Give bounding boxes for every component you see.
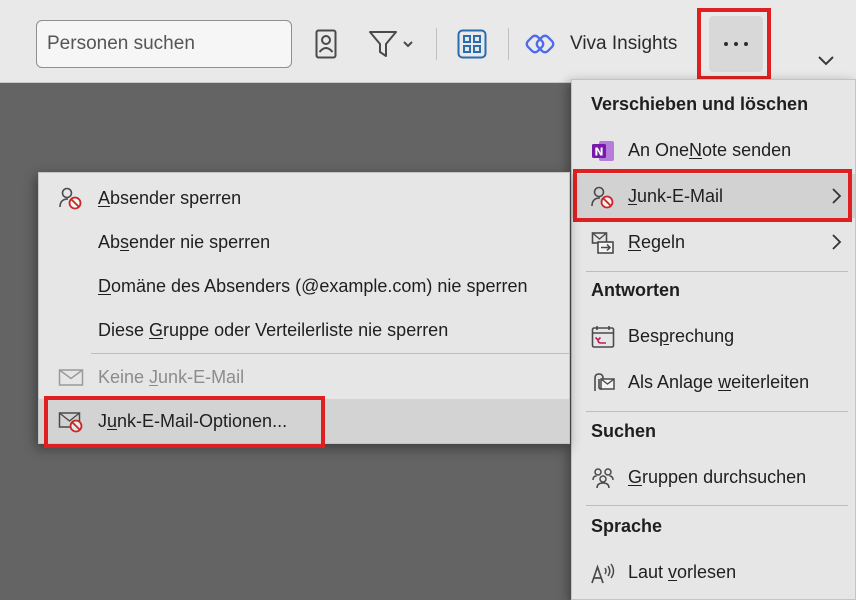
menu-item-label: Laut vorlesen xyxy=(628,561,737,582)
svg-text:N: N xyxy=(594,146,603,159)
filter-button[interactable] xyxy=(366,26,416,62)
contact-card-icon xyxy=(315,29,337,59)
toolbar-divider xyxy=(436,28,437,60)
menu-item-search-groups[interactable]: Gruppen durchsuchen xyxy=(572,455,855,499)
menu-item-label: Als Anlage weiterleiten xyxy=(628,371,810,392)
people-search-input[interactable]: Personen suchen xyxy=(36,20,292,68)
menu-separator xyxy=(586,271,848,272)
menu-item-label: An OneNote senden xyxy=(628,139,792,160)
meeting-reply-icon xyxy=(591,326,615,348)
group-search-icon xyxy=(592,468,614,489)
expand-ribbon-icon[interactable] xyxy=(816,52,836,68)
menu-item-forward-attachment[interactable]: Als Anlage weiterleiten xyxy=(572,360,855,404)
menu-item-meeting[interactable]: Besprechung xyxy=(572,314,855,358)
chevron-down-icon xyxy=(403,41,413,48)
submenu-separator xyxy=(91,353,569,354)
section-header-move-delete: Verschieben und löschen xyxy=(591,94,809,114)
section-header-search: Suchen xyxy=(591,421,657,441)
highlight-junk-options xyxy=(44,396,325,448)
submenu-item-never-block-sender[interactable]: Absender nie sperren xyxy=(39,220,569,264)
menu-item-label: Gruppen durchsuchen xyxy=(628,466,807,487)
submenu-item-label: Diese Gruppe oder Verteilerliste nie spe… xyxy=(98,319,449,340)
apps-button[interactable] xyxy=(456,28,488,60)
menu-separator xyxy=(586,505,848,506)
viva-insights-label: Viva Insights xyxy=(570,33,678,54)
people-search-placeholder: Personen suchen xyxy=(47,33,195,54)
rules-icon xyxy=(591,232,614,254)
chevron-right-icon[interactable]: › xyxy=(0,34,8,48)
highlight-more-options xyxy=(697,8,771,80)
mail-icon xyxy=(58,369,84,386)
block-sender-icon xyxy=(59,187,82,210)
submenu-item-label: Absender nie sperren xyxy=(98,231,271,252)
highlight-junk-email xyxy=(573,169,852,222)
submenu-item-label: Absender sperren xyxy=(98,187,242,208)
viva-insights-button[interactable]: Viva Insights xyxy=(524,22,677,66)
submenu-item-never-block-domain[interactable]: Domäne des Absenders (@example.com) nie … xyxy=(39,264,569,308)
menu-item-read-aloud[interactable]: Laut vorlesen xyxy=(572,550,855,594)
menu-item-rules[interactable]: Regeln xyxy=(572,220,855,264)
submenu-item-label: Domäne des Absenders (@example.com) nie … xyxy=(98,275,528,296)
apps-grid-icon xyxy=(457,29,487,59)
chevron-right-icon xyxy=(832,234,842,250)
toolbar-divider xyxy=(508,28,509,60)
forward-attachment-icon xyxy=(594,373,615,391)
submenu-item-block-sender[interactable]: Absender sperren xyxy=(39,176,569,220)
viva-insights-icon xyxy=(525,34,555,54)
onenote-icon: N xyxy=(592,141,614,161)
address-book-button[interactable] xyxy=(312,26,340,62)
menu-separator xyxy=(586,411,848,412)
section-header-language: Sprache xyxy=(591,516,663,536)
submenu-item-label: Keine Junk-E-Mail xyxy=(98,366,245,387)
submenu-item-not-junk: Keine Junk-E-Mail xyxy=(39,355,569,399)
more-options-menu: Verschieben und löschen N An OneNote sen… xyxy=(571,79,856,600)
section-header-reply: Antworten xyxy=(591,280,680,300)
menu-item-label: Besprechung xyxy=(628,325,735,346)
menu-item-send-onenote[interactable]: N An OneNote senden xyxy=(572,128,855,172)
submenu-item-never-block-group[interactable]: Diese Gruppe oder Verteilerliste nie spe… xyxy=(39,308,569,352)
read-aloud-icon xyxy=(591,563,615,584)
menu-item-label: Regeln xyxy=(628,231,686,252)
filter-icon xyxy=(369,31,397,57)
